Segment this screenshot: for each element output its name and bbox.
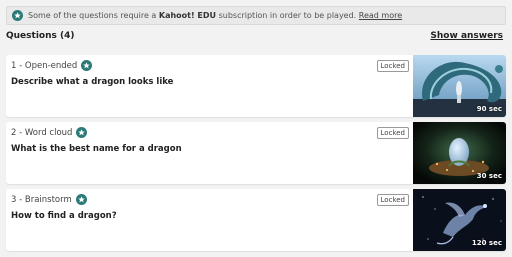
question-card[interactable]: 3 - Brainstorm How to find a dragon? Loc… (6, 189, 506, 251)
duration-label: 120 sec (471, 239, 502, 247)
questions-title: Questions (4) (6, 31, 75, 41)
question-image: 120 sec (413, 189, 506, 251)
subscription-notice: Some of the questions require a Kahoot! … (6, 6, 506, 25)
question-type-label: 3 - Brainstorm (11, 194, 72, 205)
read-more-link[interactable]: Read more (359, 11, 402, 20)
locked-badge: Locked (376, 60, 409, 72)
question-title: What is the best name for a dragon (11, 144, 182, 154)
star-badge-icon (76, 127, 88, 138)
show-answers-button[interactable]: Show answers (430, 31, 503, 41)
star-badge-icon (75, 194, 87, 205)
star-badge-icon (12, 10, 23, 21)
locked-badge: Locked (376, 194, 409, 206)
question-type: 1 - Open-ended (11, 60, 93, 71)
duration-label: 30 sec (476, 172, 502, 180)
question-title: How to find a dragon? (11, 211, 117, 221)
locked-badge: Locked (376, 127, 409, 139)
questions-header: Questions (4) Show answers (6, 29, 503, 43)
notice-brand: Kahoot! EDU (158, 11, 217, 20)
duration-label: 90 sec (476, 105, 502, 113)
question-type-label: 2 - Word cloud (11, 127, 73, 138)
question-image: 30 sec (413, 122, 506, 184)
question-title: Describe what a dragon looks like (11, 77, 174, 87)
star-badge-icon (81, 60, 93, 71)
question-image: 90 sec (413, 55, 506, 117)
question-card[interactable]: 1 - Open-ended Describe what a dragon lo… (6, 55, 506, 117)
notice-text-after: subscription in order to be played. (218, 11, 357, 20)
question-type: 3 - Brainstorm (11, 194, 87, 205)
question-type: 2 - Word cloud (11, 127, 88, 138)
notice-text: Some of the questions require a (28, 11, 157, 20)
question-type-label: 1 - Open-ended (11, 60, 78, 71)
question-card[interactable]: 2 - Word cloud What is the best name for… (6, 122, 506, 184)
